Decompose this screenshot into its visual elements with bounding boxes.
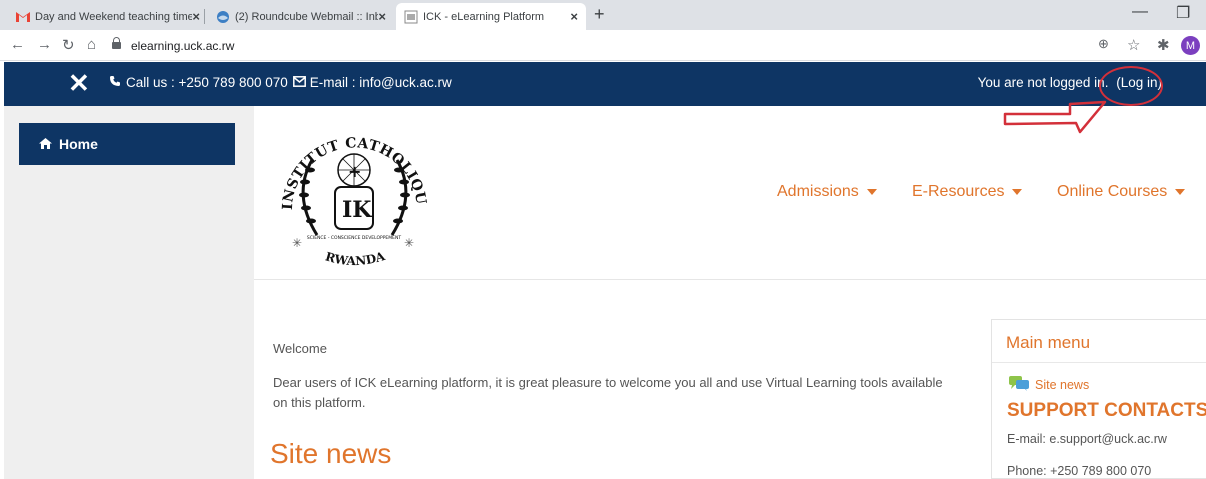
email-text: E-mail : info@uck.ac.rw bbox=[309, 75, 452, 90]
new-tab-icon[interactable]: + bbox=[594, 4, 605, 25]
annotation-arrow bbox=[1003, 100, 1107, 134]
institution-logo: INSTITUT CATHOLIQUE DE KABGAYI RWANDA + … bbox=[272, 115, 428, 268]
main-menu-title: Main menu bbox=[1006, 333, 1091, 352]
menu-online-courses[interactable]: Online Courses bbox=[1057, 183, 1186, 201]
tab-title: Day and Weekend teaching time bbox=[35, 10, 193, 23]
tab-ick-elearning[interactable]: ICK - eLearning Platform × bbox=[396, 3, 586, 30]
browser-tab-strip: Day and Weekend teaching time × (2) Roun… bbox=[0, 0, 1206, 30]
site-favicon bbox=[404, 10, 418, 24]
home-icon[interactable]: ⌂ bbox=[87, 36, 96, 53]
menu-label: Online Courses bbox=[1057, 183, 1168, 200]
zoom-icon[interactable]: ⊕ bbox=[1098, 36, 1109, 52]
gmail-icon bbox=[16, 10, 30, 24]
logo-inner-text: IK bbox=[342, 197, 372, 223]
lock-icon bbox=[112, 37, 121, 50]
tab-title: (2) Roundcube Webmail :: Inbox bbox=[235, 10, 379, 23]
profile-avatar[interactable]: M bbox=[1181, 36, 1200, 55]
block-divider bbox=[992, 362, 1206, 363]
site-news-heading: Site news bbox=[270, 438, 392, 469]
support-contacts-heading: SUPPORT CONTACTS bbox=[1007, 400, 1206, 421]
tab-gmail[interactable]: Day and Weekend teaching time × bbox=[8, 3, 208, 30]
menu-admissions[interactable]: Admissions bbox=[777, 183, 877, 201]
sidebar-item-label: Home bbox=[59, 136, 98, 152]
tab-separator bbox=[204, 9, 205, 24]
support-phone: Phone: +250 789 800 070 bbox=[1007, 464, 1152, 478]
phone-text: Call us : +250 789 800 070 bbox=[126, 75, 288, 90]
svg-text:✳: ✳ bbox=[292, 236, 302, 250]
phone-icon bbox=[109, 75, 121, 90]
close-drawer-icon[interactable]: ✕ bbox=[68, 70, 90, 96]
tab-close-icon[interactable]: × bbox=[192, 9, 200, 24]
browser-toolbar: ← → ↻ ⌂ elearning.uck.ac.rw ⊕ ☆ ✱ M bbox=[0, 30, 1206, 61]
envelope-icon bbox=[292, 75, 306, 90]
contact-info: Call us : +250 789 800 070 E-mail : info… bbox=[109, 75, 452, 90]
tab-close-icon[interactable]: × bbox=[570, 9, 578, 24]
intro-paragraph: Dear users of ICK eLearning platform, it… bbox=[273, 375, 943, 410]
address-bar[interactable]: elearning.uck.ac.rw bbox=[112, 33, 1132, 58]
support-email: E-mail: e.support@uck.ac.rw bbox=[1007, 432, 1167, 446]
welcome-text: Welcome bbox=[273, 341, 327, 356]
back-icon[interactable]: ← bbox=[10, 36, 25, 53]
extensions-icon[interactable]: ✱ bbox=[1157, 36, 1170, 54]
news-chat-icon bbox=[1008, 375, 1030, 394]
url-text: elearning.uck.ac.rw bbox=[131, 38, 235, 53]
menu-label: E-Resources bbox=[912, 183, 1005, 200]
logo-motto: SCIENCE - CONSCIENCE DEVELOPPEMENT bbox=[307, 235, 401, 241]
menu-e-resources[interactable]: E-Resources bbox=[912, 183, 1023, 201]
menu-label: Admissions bbox=[777, 183, 859, 200]
roundcube-icon bbox=[216, 10, 230, 24]
home-icon bbox=[39, 137, 52, 152]
svg-text:✳: ✳ bbox=[404, 236, 414, 250]
site-news-link[interactable]: Site news bbox=[1008, 375, 1089, 394]
site-news-link-label: Site news bbox=[1035, 377, 1090, 392]
tab-close-icon[interactable]: × bbox=[378, 9, 386, 24]
logo-bottom-text: RWANDA bbox=[324, 249, 387, 268]
caret-down-icon bbox=[1175, 189, 1186, 195]
bookmark-star-icon[interactable]: ☆ bbox=[1127, 36, 1140, 54]
reload-icon[interactable]: ↻ bbox=[62, 36, 75, 54]
svg-text:+: + bbox=[348, 162, 361, 181]
forward-icon[interactable]: → bbox=[37, 36, 52, 53]
minimize-icon[interactable]: — bbox=[1132, 3, 1148, 21]
caret-down-icon bbox=[866, 189, 877, 195]
tab-roundcube[interactable]: (2) Roundcube Webmail :: Inbox × bbox=[208, 3, 394, 30]
login-status-text: You are not logged in. bbox=[977, 75, 1109, 90]
header-divider bbox=[254, 279, 1206, 280]
caret-down-icon bbox=[1012, 189, 1023, 195]
maximize-icon[interactable]: ❐ bbox=[1176, 3, 1190, 23]
tab-title: ICK - eLearning Platform bbox=[423, 10, 545, 23]
svg-text:RWANDA: RWANDA bbox=[324, 249, 387, 268]
sidebar-item-home[interactable]: Home bbox=[19, 123, 235, 165]
